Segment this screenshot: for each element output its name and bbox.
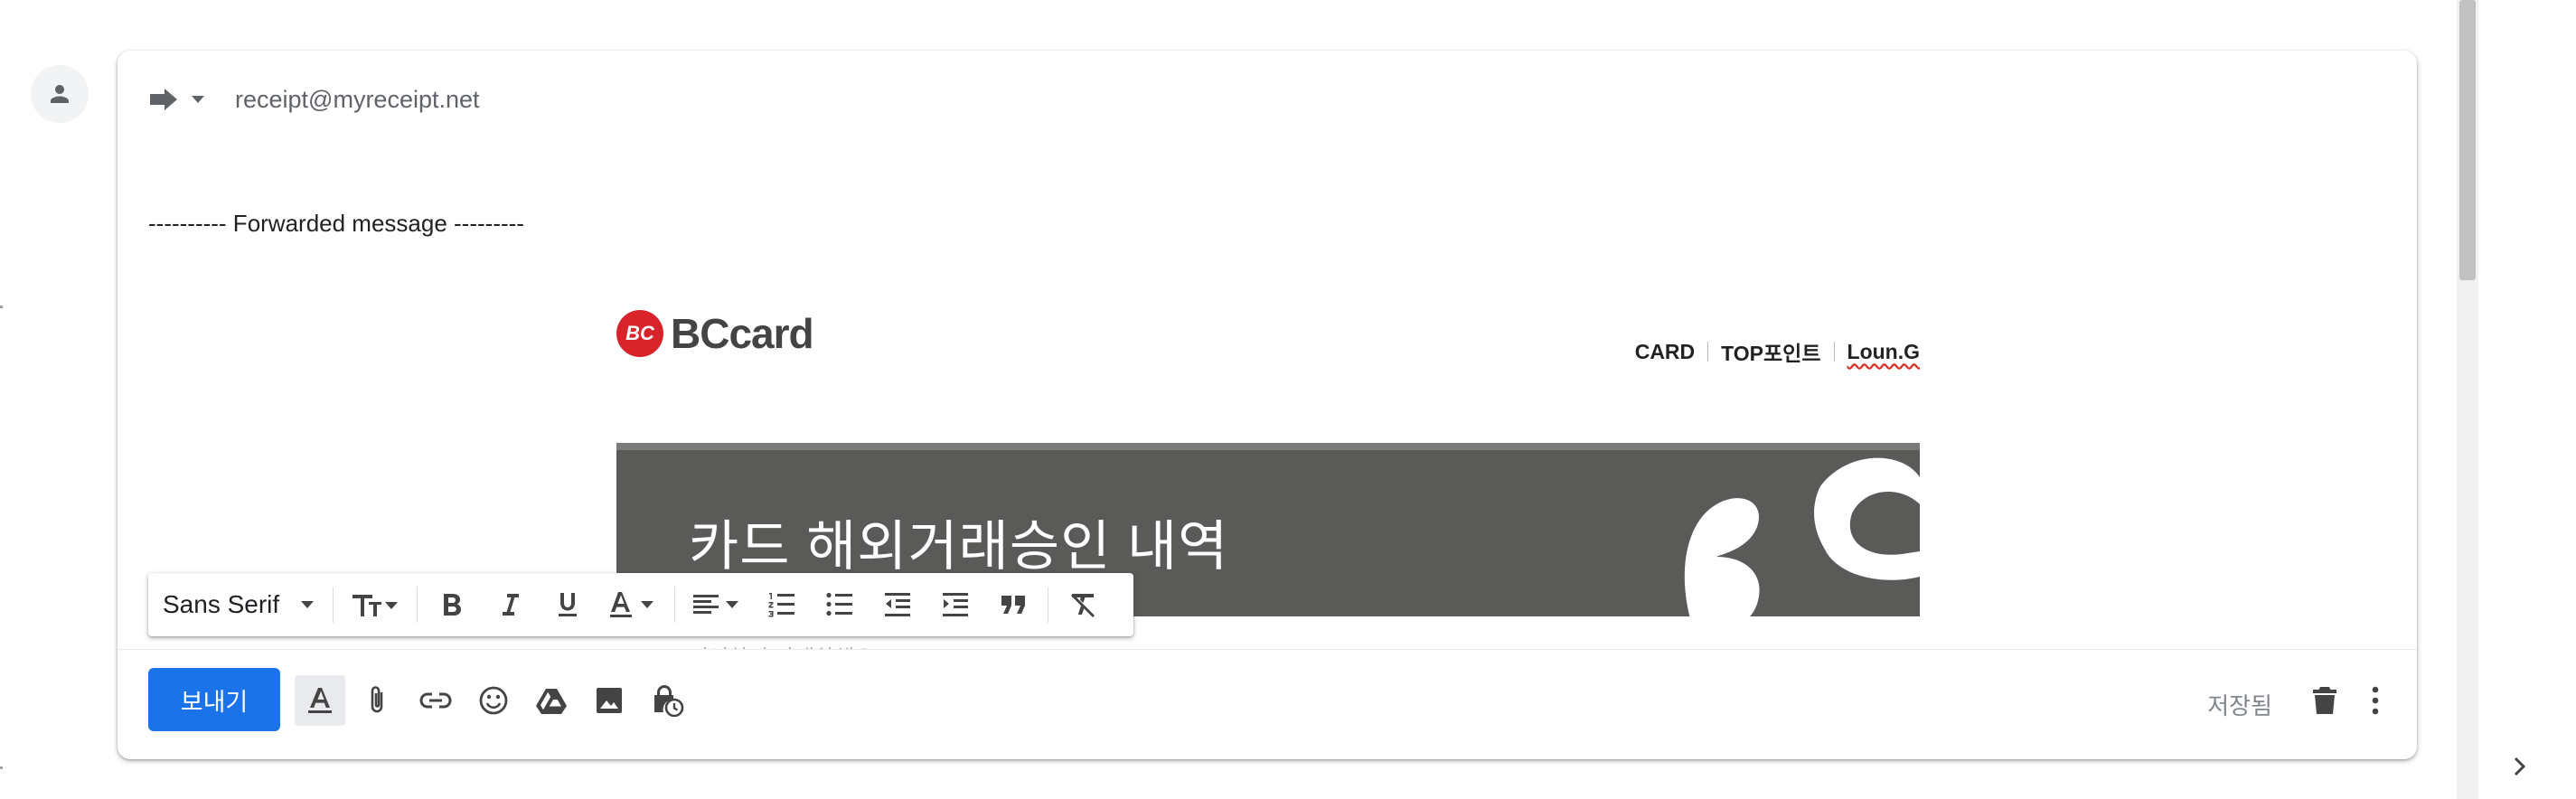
nav-loung[interactable]: Loun.G: [1847, 340, 1920, 364]
trash-icon: [2313, 687, 2336, 714]
indent-more-button[interactable]: [926, 578, 984, 632]
compose-action-bar: 보내기 저장됨: [118, 649, 2417, 759]
email-top-nav: CARD TOP포인트 Loun.G: [1635, 336, 1920, 367]
draft-saved-status: 저장됨: [2207, 692, 2272, 719]
text-color-button[interactable]: [597, 578, 669, 632]
bc-logo-text: BCcard: [671, 310, 814, 357]
bc-logo-mark-icon: BC: [616, 310, 663, 357]
caret-down-icon: [192, 96, 204, 103]
page-scrollbar[interactable]: [2457, 0, 2478, 799]
forwarded-message-header: ---------- Forwarded message ---------: [148, 210, 524, 237]
reply-type-dropdown[interactable]: [148, 87, 206, 112]
text-color-icon: [610, 592, 653, 617]
bulleted-list-icon: [826, 592, 852, 616]
toolbar-divider: [333, 587, 334, 623]
photo-icon: [597, 688, 622, 713]
send-button[interactable]: 보내기: [148, 668, 280, 731]
google-drive-icon: [536, 689, 567, 714]
expand-side-panel-button[interactable]: [2513, 756, 2527, 782]
confidential-mode-button[interactable]: [642, 675, 692, 726]
more-vert-icon: [2372, 686, 2379, 715]
banner-title: 카드 해외거래승인 내역: [689, 516, 1229, 577]
underline-icon: [559, 593, 577, 616]
text-size-icon: [353, 595, 398, 616]
insert-emoji-button[interactable]: [468, 675, 519, 726]
underline-button[interactable]: [539, 578, 597, 632]
bulleted-list-button[interactable]: [811, 578, 869, 632]
person-icon: [51, 85, 69, 103]
toolbar-divider: [417, 587, 418, 623]
insert-drive-button[interactable]: [526, 675, 577, 726]
indent-less-icon: [885, 593, 910, 616]
forward-arrow-icon: [150, 89, 177, 110]
emoji-icon: [479, 686, 508, 715]
align-button[interactable]: [681, 578, 753, 632]
bold-icon: [444, 594, 461, 616]
compose-window: receipt@myreceipt.net ---------- Forward…: [118, 51, 2417, 759]
scrollbar-thumb[interactable]: [2459, 0, 2476, 280]
numbered-list-button[interactable]: [753, 578, 811, 632]
remove-formatting-button[interactable]: [1054, 578, 1112, 632]
nav-top-point[interactable]: TOP포인트: [1721, 336, 1820, 367]
chevron-right-icon: [2514, 757, 2526, 776]
nav-card[interactable]: CARD: [1635, 340, 1695, 364]
align-left-icon: [693, 595, 738, 614]
attach-files-button[interactable]: [353, 675, 403, 726]
caret-down-icon: [301, 601, 314, 608]
formatting-toolbar: Sans Serif: [148, 573, 1133, 636]
paperclip-icon: [371, 686, 383, 713]
recipient-row: receipt@myreceipt.net: [148, 80, 480, 119]
insert-photo-button[interactable]: [584, 675, 635, 726]
font-family-select[interactable]: Sans Serif: [148, 590, 327, 619]
indent-more-icon: [943, 593, 968, 616]
indent-less-button[interactable]: [869, 578, 926, 632]
italic-icon: [503, 594, 519, 616]
edge-mark: [0, 306, 3, 308]
font-family-value: Sans Serif: [163, 590, 280, 618]
bccard-logo: BC BCcard: [616, 309, 814, 358]
italic-button[interactable]: [481, 578, 539, 632]
recipient-chip[interactable]: receipt@myreceipt.net: [235, 86, 480, 114]
lock-clock-icon: [654, 685, 684, 717]
font-size-button[interactable]: [339, 578, 411, 632]
sender-avatar[interactable]: [31, 65, 89, 123]
text-format-icon: [308, 688, 332, 713]
edge-mark: [0, 766, 3, 769]
discard-draft-button[interactable]: [2299, 675, 2350, 726]
numbered-list-icon: [768, 593, 794, 617]
bc-watermark-icon: [1684, 457, 1920, 616]
link-icon: [419, 692, 452, 709]
clear-format-icon: [1071, 594, 1095, 617]
more-options-button[interactable]: [2350, 675, 2401, 726]
insert-link-button[interactable]: [410, 675, 461, 726]
toolbar-divider: [674, 587, 675, 623]
quote-icon: [1001, 596, 1025, 614]
forwarded-email-content: BC BCcard CARD TOP포인트 Loun.G 카드 해외거래승인 내…: [616, 309, 1920, 616]
quote-button[interactable]: [984, 578, 1042, 632]
bold-button[interactable]: [423, 578, 481, 632]
nav-divider: [1707, 342, 1709, 362]
formatting-options-button[interactable]: [295, 675, 345, 726]
nav-divider: [1833, 342, 1835, 362]
